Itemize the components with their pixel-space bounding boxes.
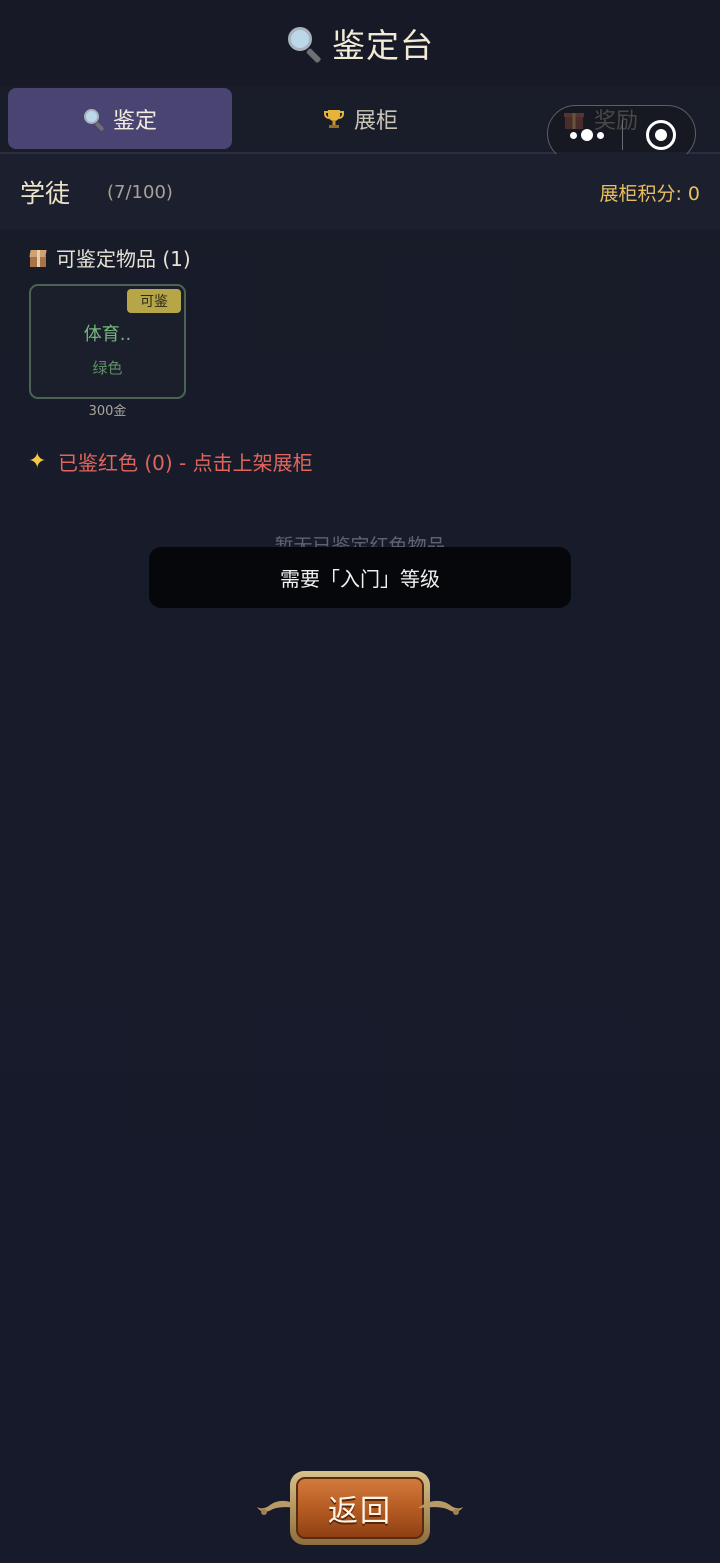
tab-identify[interactable]: 鉴定 bbox=[8, 88, 232, 149]
section-title-text: 可鉴定物品 (1) bbox=[56, 247, 191, 271]
header: 鉴定台 bbox=[0, 0, 720, 86]
toast-message: 需要「入门」等级 bbox=[149, 547, 571, 608]
back-button[interactable]: 返回 bbox=[256, 1467, 464, 1549]
item-grade: 绿色 bbox=[92, 359, 123, 377]
package-icon bbox=[28, 248, 48, 268]
sparkle-icon: ✦ bbox=[28, 448, 47, 474]
trophy-icon bbox=[323, 109, 344, 128]
item-price: 300金 bbox=[88, 404, 127, 419]
identifiable-section-title: 可鉴定物品 (1) bbox=[28, 243, 191, 272]
back-button-frame: 返回 bbox=[290, 1471, 430, 1545]
identifiable-badge: 可鉴 bbox=[127, 289, 181, 313]
tab-label: 展柜 bbox=[353, 108, 398, 134]
item-card[interactable]: 可鉴 体育.. 绿色 bbox=[29, 284, 186, 399]
magnifier-icon bbox=[286, 25, 322, 64]
back-label: 返回 bbox=[328, 1494, 392, 1529]
close-mini-program-icon[interactable] bbox=[646, 120, 676, 150]
page-title: 鉴定台 bbox=[332, 26, 434, 65]
ornament-icon bbox=[418, 1500, 463, 1515]
tab-showcase[interactable]: 展柜 bbox=[248, 88, 472, 149]
tab-label: 鉴定 bbox=[112, 108, 157, 134]
item-name: 体育.. bbox=[83, 324, 132, 345]
showcase-score: 展柜积分: 0 bbox=[599, 182, 700, 205]
magnifier-icon bbox=[83, 108, 105, 131]
more-icon[interactable] bbox=[566, 128, 606, 142]
section-title-text: 已鉴红色 (0) - 点击上架展柜 bbox=[58, 451, 313, 475]
rank-progress: (7/100) bbox=[107, 181, 173, 203]
status-bar: 学徒 (7/100) 展柜积分: 0 bbox=[0, 154, 720, 230]
rank-label: 学徒 bbox=[20, 179, 71, 208]
identified-section-title[interactable]: ✦ 已鉴红色 (0) - 点击上架展柜 bbox=[28, 447, 313, 476]
